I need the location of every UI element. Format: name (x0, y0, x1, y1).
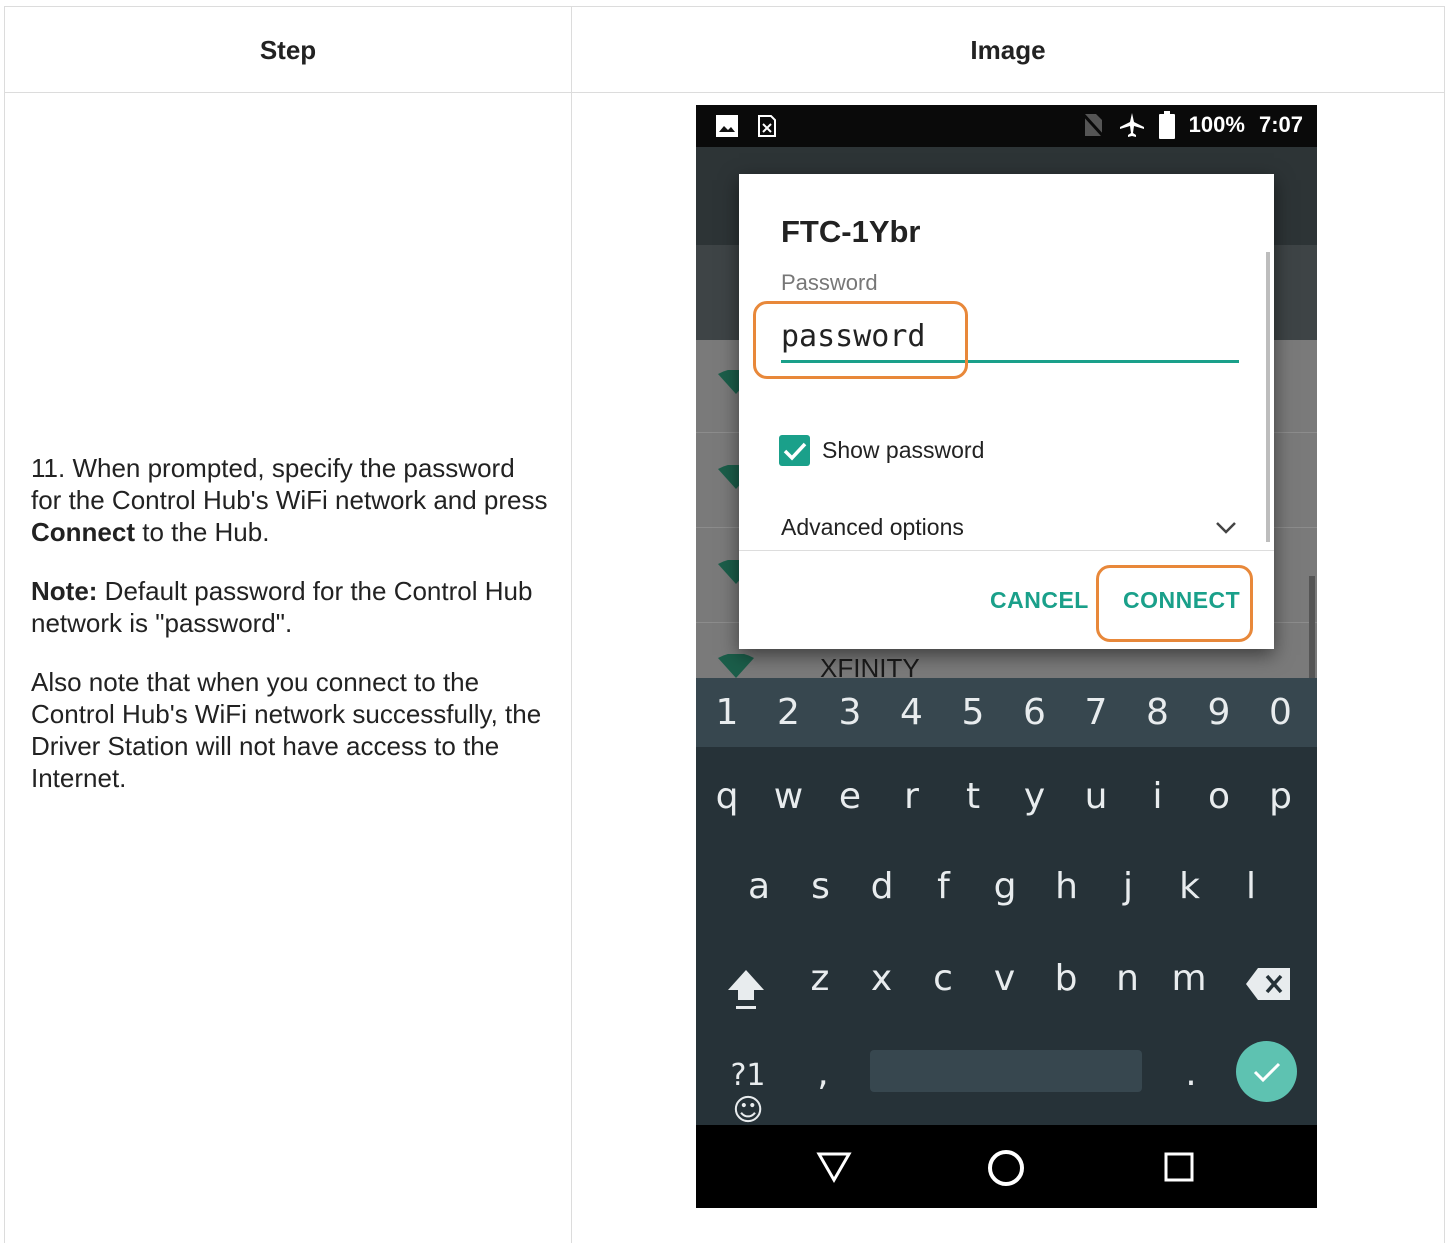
key-l[interactable]: l (1226, 866, 1276, 907)
backspace-icon[interactable] (1246, 968, 1290, 1000)
key-0[interactable]: 0 (1256, 692, 1306, 733)
advanced-options[interactable]: Advanced options (781, 514, 964, 541)
chevron-down-icon[interactable] (1213, 514, 1239, 540)
header-image: Image (970, 34, 1046, 65)
shift-icon[interactable] (726, 966, 766, 1012)
key-2[interactable]: 2 (764, 692, 814, 733)
key-n[interactable]: n (1103, 958, 1153, 999)
airplane-icon (1119, 113, 1144, 137)
key-j[interactable]: j (1103, 866, 1153, 907)
sim-error-icon (756, 115, 778, 137)
cancel-button[interactable]: CANCEL (990, 587, 1089, 614)
key-w[interactable]: w (764, 776, 814, 817)
navigation-bar (696, 1125, 1317, 1208)
dialog-scrollbar[interactable] (1266, 252, 1270, 542)
key-a[interactable]: a (734, 866, 784, 907)
key-q[interactable]: q (702, 776, 752, 817)
password-highlight (753, 301, 968, 379)
key-i[interactable]: i (1133, 776, 1183, 817)
key-6[interactable]: 6 (1010, 692, 1060, 733)
show-password-label[interactable]: Show password (822, 437, 984, 464)
key-r[interactable]: r (887, 776, 937, 817)
period-key[interactable]: . (1166, 1053, 1216, 1094)
column-divider (571, 7, 572, 1243)
key-c[interactable]: c (918, 958, 968, 999)
check-icon (783, 442, 807, 461)
password-label: Password (781, 270, 878, 295)
connect-highlight (1096, 565, 1253, 642)
key-o[interactable]: o (1194, 776, 1244, 817)
key-h[interactable]: h (1042, 866, 1092, 907)
step-note: Note: Default password for the Control H… (31, 576, 533, 638)
wifi-icon (718, 654, 754, 678)
key-x[interactable]: x (857, 958, 907, 999)
header-step: Step (259, 34, 317, 65)
key-f[interactable]: f (919, 866, 969, 907)
battery-icon (1158, 111, 1175, 139)
key-y[interactable]: y (1010, 776, 1060, 817)
connect-bold: Connect (31, 517, 135, 547)
image-notification-icon (716, 115, 738, 137)
key-b[interactable]: b (1041, 958, 1091, 999)
step-instruction: 11. When prompted, specify the password … (31, 453, 548, 547)
key-5[interactable]: 5 (948, 692, 998, 733)
battery-percent: 100% (1188, 112, 1245, 137)
step-also-note: Also note that when you connect to the C… (31, 667, 542, 793)
key-d[interactable]: d (857, 866, 907, 907)
key-u[interactable]: u (1071, 776, 1121, 817)
key-z[interactable]: z (795, 958, 845, 999)
key-7[interactable]: 7 (1071, 692, 1121, 733)
key-p[interactable]: p (1256, 776, 1306, 817)
dialog-divider (739, 550, 1274, 551)
soft-keyboard: 1234567890 qwertyuiop asdfghjkl zxcvbnm ?1☺… (696, 678, 1317, 1128)
key-t[interactable]: t (948, 776, 998, 817)
symbols-key[interactable]: ?1☺ (720, 1058, 776, 1128)
key-8[interactable]: 8 (1133, 692, 1183, 733)
table-header-row: Step Image (5, 7, 1444, 93)
show-password-checkbox[interactable] (779, 435, 810, 466)
key-k[interactable]: k (1165, 866, 1215, 907)
recents-nav-icon[interactable] (1163, 1151, 1195, 1183)
space-bar[interactable] (870, 1050, 1142, 1092)
status-bar: 100% 7:07 (696, 105, 1317, 147)
key-g[interactable]: g (980, 866, 1030, 907)
key-e[interactable]: e (825, 776, 875, 817)
check-icon (1253, 1062, 1281, 1083)
dialog-title: FTC-1Ybr (781, 214, 921, 249)
key-m[interactable]: m (1164, 958, 1214, 999)
no-sim-icon (1081, 112, 1104, 138)
key-v[interactable]: v (980, 958, 1030, 999)
step-text: 11. When prompted, specify the password … (31, 452, 551, 821)
key-9[interactable]: 9 (1194, 692, 1244, 733)
comma-key[interactable]: , (798, 1053, 848, 1094)
key-3[interactable]: 3 (825, 692, 875, 733)
back-nav-icon[interactable] (816, 1151, 852, 1183)
key-4[interactable]: 4 (887, 692, 937, 733)
phone-screenshot: 100% 7:07 XFINITY FTC-1Ybr Password Show… (696, 105, 1317, 1208)
home-nav-icon[interactable] (986, 1148, 1026, 1188)
key-1[interactable]: 1 (702, 692, 752, 733)
enter-key[interactable] (1236, 1041, 1297, 1102)
key-s[interactable]: s (796, 866, 846, 907)
clock: 7:07 (1258, 112, 1303, 137)
